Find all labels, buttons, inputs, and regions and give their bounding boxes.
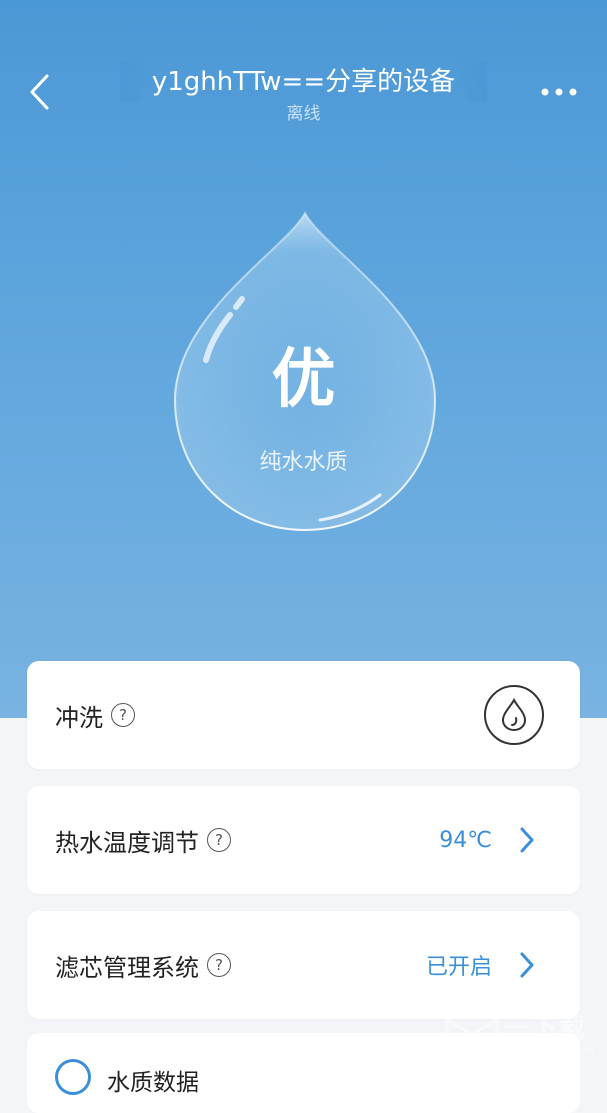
watermark-url: www.yxi4.com [507,1044,594,1058]
hot-water-temp-label: 热水温度调节 [55,828,199,857]
chevron-right-icon [520,952,534,978]
hot-water-temp-value: 94℃ [439,827,492,853]
title-block: y1ghhTTw==分享的设备 离线 [120,62,487,132]
hot-water-temp-chevron[interactable] [512,824,542,856]
chevron-left-icon [30,74,49,110]
filter-management-label-row: 滤芯管理系统 ? [55,911,231,1019]
water-quality-label: 纯水水质 [259,450,348,475]
water-quality-grade: 优 [271,343,336,417]
flush-label-row: 冲洗 ? [55,661,135,769]
hero-banner: y1ghhTTw==分享的设备 离线 优 纯水水质 [0,0,607,718]
site-watermark: 一下载 www.yxi4.com [445,1002,595,1072]
title-fade-left [120,62,150,102]
flush-label: 冲洗 [55,703,103,732]
flush-card: 冲洗 ? [27,661,580,769]
more-dots-icon [541,88,577,96]
filter-management-chevron[interactable] [512,949,542,981]
water-quality-data-label: 水质数据 [107,1070,199,1096]
help-icon[interactable]: ? [207,953,231,977]
water-quality-icon [55,1059,91,1095]
flush-button[interactable] [484,685,544,745]
hot-water-temp-card[interactable]: 热水温度调节 ? 94℃ [27,786,580,894]
hot-water-temp-label-row: 热水温度调节 ? [55,786,231,894]
watermark-text: 一下载 [503,1014,588,1044]
water-drop-circle-icon [501,698,527,732]
device-title: y1ghhTTw==分享的设备 [151,67,456,97]
more-button[interactable] [534,74,584,110]
filter-management-label: 滤芯管理系统 [55,953,199,982]
help-icon[interactable]: ? [111,703,135,727]
chevron-right-icon [520,827,534,853]
back-button[interactable] [18,70,62,114]
help-icon[interactable]: ? [207,828,231,852]
cube-logo-icon [445,1004,499,1066]
title-fade-right [457,62,487,102]
device-status: 离线 [286,104,321,124]
